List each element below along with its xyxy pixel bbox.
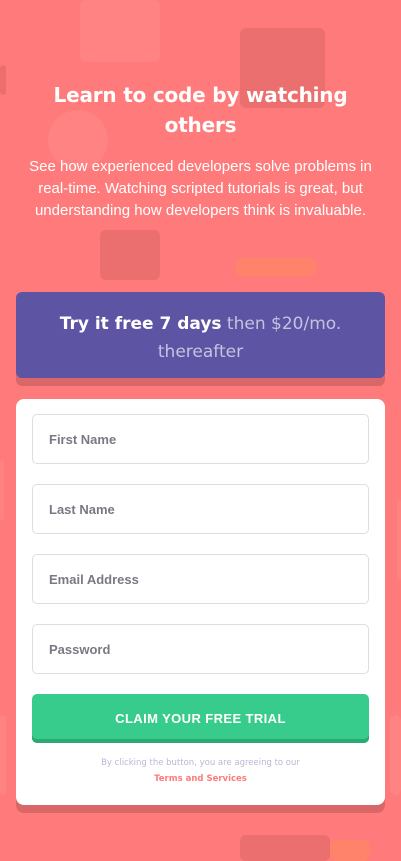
- hero-description: See how experienced developers solve pro…: [29, 158, 372, 219]
- last-name-field: [32, 484, 369, 534]
- offer-highlight: Try it free 7 days: [59, 314, 222, 334]
- claim-free-trial-button[interactable]: Claim your free trial: [32, 694, 369, 743]
- password-field: [32, 624, 369, 674]
- hero: Learn to code by watching others See how…: [20, 80, 381, 222]
- free-trial-banner: Try it free 7 days then $20/mo. thereaft…: [16, 292, 385, 378]
- terms-prefix: By clicking the button, you are agreeing…: [101, 758, 300, 768]
- signup-form: Claim your free trial By clicking the bu…: [16, 399, 385, 805]
- terms-link[interactable]: Terms and Services: [154, 771, 247, 787]
- terms-notice: By clicking the button, you are agreeing…: [32, 755, 369, 787]
- email-input[interactable]: [49, 571, 368, 587]
- hero-title: Learn to code by watching others: [53, 83, 348, 137]
- email-field: [32, 554, 369, 604]
- last-name-input[interactable]: [49, 501, 368, 517]
- first-name-input[interactable]: [49, 431, 368, 447]
- password-input[interactable]: [49, 641, 368, 657]
- first-name-field: [32, 414, 369, 464]
